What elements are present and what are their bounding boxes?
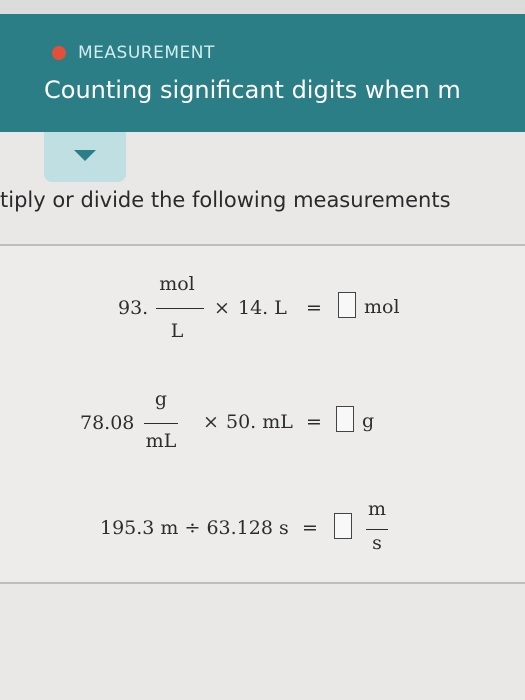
- category-label: MEASUREMENT: [78, 43, 215, 63]
- equals-sign: =: [306, 411, 322, 433]
- answer-input[interactable]: [336, 406, 354, 432]
- fraction-bar: [366, 529, 388, 530]
- divider-bottom: [0, 582, 525, 584]
- collapse-toggle-button[interactable]: [44, 132, 126, 182]
- answer-unit: g: [362, 410, 375, 432]
- coefficient: 78.08: [80, 412, 135, 434]
- page-title: Counting significant digits when m: [44, 76, 461, 104]
- unit-numerator: m: [367, 498, 387, 520]
- operator: ×: [214, 297, 230, 319]
- problems-panel: 93. mol L × 14. L = mol 78.08 g mL × 50.…: [0, 246, 525, 582]
- equals-sign: =: [306, 297, 322, 319]
- category-status-dot: [52, 46, 66, 60]
- expression: 195.3 m ÷ 63.128 s: [100, 517, 289, 539]
- instruction-text: tiply or divide the following measuremen…: [0, 188, 451, 212]
- operator: ×: [203, 411, 219, 433]
- answer-input[interactable]: [334, 513, 352, 539]
- answer-unit: mol: [364, 296, 400, 318]
- fraction-bar: [156, 308, 204, 309]
- fraction-numerator: g: [154, 388, 168, 410]
- fraction-denominator: L: [170, 320, 184, 342]
- operand: 14. L: [238, 297, 287, 319]
- module-header: MEASUREMENT Counting significant digits …: [0, 14, 525, 132]
- fraction-bar: [144, 423, 178, 424]
- answer-input[interactable]: [338, 292, 356, 318]
- fraction-numerator: mol: [159, 273, 195, 295]
- equals-sign: =: [302, 517, 318, 539]
- chevron-down-icon: [74, 150, 96, 161]
- coefficient: 93.: [118, 297, 149, 319]
- unit-denominator: s: [372, 532, 382, 554]
- top-strip: [0, 0, 525, 14]
- operand: 50. mL: [226, 411, 293, 433]
- fraction-denominator: mL: [145, 430, 177, 452]
